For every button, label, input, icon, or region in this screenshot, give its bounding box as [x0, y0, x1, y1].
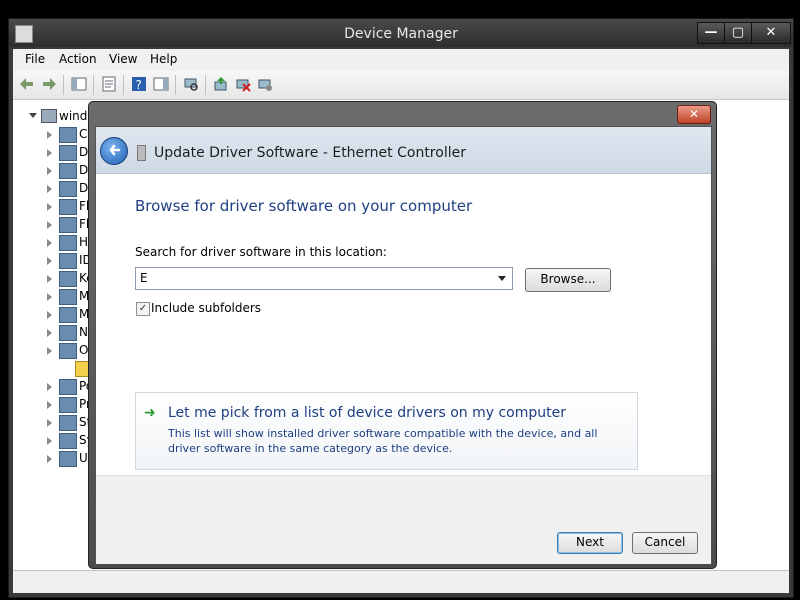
- toolbar-separator: [175, 75, 176, 95]
- include-subfolders-label[interactable]: Include subfolders: [151, 301, 261, 315]
- device-category-icon: [59, 271, 77, 287]
- toolbar-separator: [63, 75, 64, 95]
- device-category-icon: [59, 307, 77, 323]
- expand-arrow-icon[interactable]: [47, 131, 52, 139]
- device-category-icon: [59, 433, 77, 449]
- browse-button[interactable]: Browse...: [525, 268, 611, 292]
- dropdown-arrow-icon[interactable]: [498, 276, 506, 281]
- device-category-icon: [59, 289, 77, 305]
- device-category-icon: [59, 181, 77, 197]
- pick-option-title[interactable]: Let me pick from a list of device driver…: [168, 405, 566, 421]
- show-hide-console-tree-icon[interactable]: [71, 76, 87, 92]
- search-location-value[interactable]: E: [140, 271, 148, 285]
- title-bar[interactable]: Device Manager — ▢ ✕: [9, 19, 793, 47]
- menu-bar: File Action View Help: [13, 49, 789, 71]
- disable-device-icon[interactable]: [257, 76, 273, 92]
- collapse-arrow-icon[interactable]: [29, 113, 37, 118]
- toolbar-separator: [93, 75, 94, 95]
- computer-icon: [41, 109, 57, 123]
- toolbar: ?: [13, 71, 789, 100]
- dialog-title: Update Driver Software - Ethernet Contro…: [154, 145, 466, 161]
- expand-arrow-icon[interactable]: [47, 293, 52, 301]
- expand-arrow-icon[interactable]: [47, 221, 52, 229]
- dialog-close-button[interactable]: ✕: [677, 105, 711, 124]
- device-category-icon: [59, 253, 77, 269]
- expand-arrow-icon[interactable]: [47, 419, 52, 427]
- device-category-icon: [59, 397, 77, 413]
- device-category-icon: [59, 163, 77, 179]
- device-category-icon: [59, 235, 77, 251]
- expand-arrow-icon[interactable]: [47, 383, 52, 391]
- svg-text:?: ?: [136, 78, 142, 92]
- action-pane-icon[interactable]: [153, 76, 169, 92]
- device-category-icon: [59, 199, 77, 215]
- dialog-footer: Next Cancel: [96, 475, 711, 564]
- green-arrow-icon: ➜: [144, 405, 156, 421]
- menu-help[interactable]: Help: [150, 52, 177, 66]
- page-heading: Browse for driver software on your compu…: [135, 197, 473, 215]
- device-category-icon: [59, 379, 77, 395]
- expand-arrow-icon[interactable]: [47, 437, 52, 445]
- menu-file[interactable]: File: [25, 52, 45, 66]
- menu-view[interactable]: View: [109, 52, 137, 66]
- device-category-icon: [59, 343, 77, 359]
- device-category-icon: [59, 145, 77, 161]
- expand-arrow-icon[interactable]: [47, 203, 52, 211]
- update-driver-icon[interactable]: [213, 76, 229, 92]
- uninstall-icon[interactable]: [235, 76, 251, 92]
- expand-arrow-icon[interactable]: [47, 401, 52, 409]
- menu-action[interactable]: Action: [59, 52, 97, 66]
- expand-arrow-icon[interactable]: [47, 239, 52, 247]
- expand-arrow-icon[interactable]: [47, 275, 52, 283]
- scan-hardware-icon[interactable]: [183, 76, 199, 92]
- minimize-button[interactable]: —: [697, 22, 725, 44]
- device-category-icon: [59, 217, 77, 233]
- back-arrow-icon: [109, 144, 121, 156]
- help-icon[interactable]: ?: [131, 76, 147, 92]
- expand-arrow-icon[interactable]: [47, 311, 52, 319]
- expand-arrow-icon[interactable]: [47, 329, 52, 337]
- dialog-content: Update Driver Software - Ethernet Contro…: [95, 126, 712, 564]
- maximize-button[interactable]: ▢: [724, 22, 752, 44]
- expand-arrow-icon[interactable]: [47, 455, 52, 463]
- pick-option-description: This list will show installed driver sof…: [168, 427, 598, 455]
- dialog-header: Update Driver Software - Ethernet Contro…: [96, 127, 711, 174]
- include-subfolders-checkbox[interactable]: ✓: [136, 302, 150, 316]
- expand-arrow-icon[interactable]: [47, 167, 52, 175]
- back-button[interactable]: [100, 137, 128, 165]
- update-driver-dialog: ✕ Update Driver Software - Ethernet Cont…: [88, 101, 717, 569]
- forward-arrow-icon[interactable]: [41, 76, 57, 92]
- toolbar-separator: [123, 75, 124, 95]
- device-category-icon: [59, 325, 77, 341]
- device-category-icon: [59, 415, 77, 431]
- device-icon: [137, 145, 146, 161]
- cancel-button[interactable]: Cancel: [632, 532, 698, 554]
- expand-arrow-icon[interactable]: [47, 347, 52, 355]
- back-arrow-icon[interactable]: [19, 76, 35, 92]
- next-button[interactable]: Next: [557, 532, 623, 554]
- pick-from-list-option[interactable]: ➜ Let me pick from a list of device driv…: [135, 392, 638, 470]
- window-title: Device Manager: [344, 26, 458, 42]
- search-location-combobox[interactable]: E: [135, 267, 513, 290]
- device-category-icon: [59, 451, 77, 467]
- expand-arrow-icon[interactable]: [47, 149, 52, 157]
- properties-icon[interactable]: [101, 76, 117, 92]
- device-category-icon: [59, 127, 77, 143]
- close-button[interactable]: ✕: [751, 22, 791, 44]
- expand-arrow-icon[interactable]: [47, 185, 52, 193]
- status-bar: [13, 570, 789, 593]
- expand-arrow-icon[interactable]: [47, 257, 52, 265]
- search-location-label: Search for driver software in this locat…: [135, 245, 387, 259]
- toolbar-separator: [205, 75, 206, 95]
